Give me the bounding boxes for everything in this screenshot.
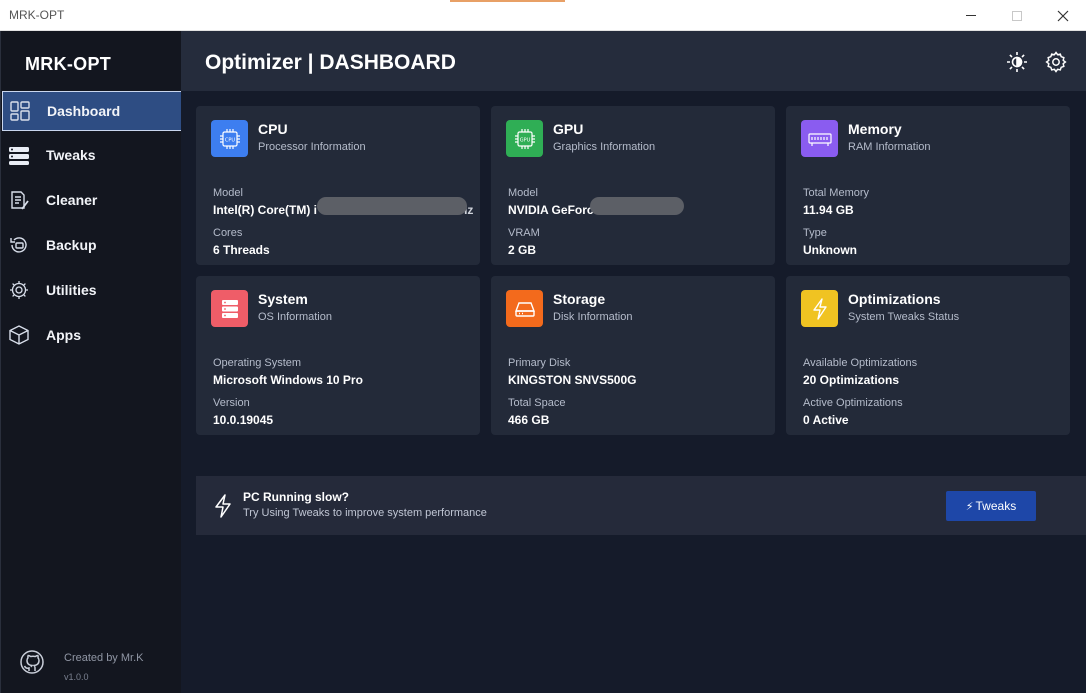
redaction-mark <box>317 197 467 215</box>
card-subtitle: Graphics Information <box>553 141 656 153</box>
field-value: KINGSTON SNVS500G <box>508 373 637 387</box>
minimize-button[interactable] <box>948 0 994 31</box>
memory-icon <box>801 120 838 157</box>
lightning-icon: ⚡ <box>965 500 974 513</box>
field-value: 11.94 GB <box>803 203 854 217</box>
field-value: 0 Active <box>803 413 849 427</box>
card-subtitle: System Tweaks Status <box>848 311 960 323</box>
server-icon <box>9 147 29 165</box>
sidebar-item-backup[interactable]: Backup <box>2 226 182 266</box>
svg-text:GPU: GPU <box>519 137 530 143</box>
card-title: Optimizations <box>848 291 941 307</box>
card-title: Memory <box>848 121 902 137</box>
credit-text: Created by Mr.K <box>64 652 144 664</box>
field-value: NVIDIA GeForce <box>508 203 601 217</box>
tweaks-button-label: Tweaks <box>975 499 1017 513</box>
field-value: 466 GB <box>508 413 550 427</box>
redaction-mark <box>590 197 684 215</box>
field-label: Model <box>213 187 243 199</box>
field-label: Available Optimizations <box>803 357 918 369</box>
field-value: 20 Optimizations <box>803 373 900 387</box>
lightning-icon <box>215 494 231 518</box>
svg-text:CPU: CPU <box>224 137 235 143</box>
cpu-card: CPU CPU Processor Information Model Inte… <box>196 106 480 265</box>
memory-card: Memory RAM Information Total Memory 11.9… <box>786 106 1070 265</box>
maximize-button[interactable] <box>994 0 1040 31</box>
card-subtitle: RAM Information <box>848 141 931 153</box>
sidebar-item-apps[interactable]: Apps <box>2 316 182 356</box>
window-titlebar: MRK-OPT <box>0 0 1086 31</box>
field-label: Primary Disk <box>508 357 571 369</box>
github-icon[interactable] <box>18 648 46 676</box>
window-title: MRK-OPT <box>9 8 65 22</box>
field-label: Total Space <box>508 397 566 409</box>
sidebar-item-label: Utilities <box>46 282 97 298</box>
field-label: Operating System <box>213 357 302 369</box>
close-button[interactable] <box>1040 0 1086 31</box>
sidebar-item-label: Tweaks <box>46 147 96 163</box>
page-title: Optimizer | DASHBOARD <box>205 51 456 74</box>
sidebar-item-label: Cleaner <box>46 192 98 208</box>
field-value: 6 Threads <box>213 243 270 257</box>
hard-drive-icon <box>506 290 543 327</box>
tweaks-button[interactable]: ⚡ Tweaks <box>946 491 1036 521</box>
system-card: System OS Information Operating System M… <box>196 276 480 435</box>
sidebar-item-cleaner[interactable]: Cleaner <box>2 181 182 221</box>
dashboard-icon <box>10 101 30 121</box>
field-label: VRAM <box>508 227 540 239</box>
cpu-icon: CPU <box>211 120 248 157</box>
close-icon <box>1057 10 1069 21</box>
sidebar-item-tweaks[interactable]: Tweaks <box>2 136 182 176</box>
card-subtitle: Processor Information <box>258 141 366 153</box>
storage-card: Storage Disk Information Primary Disk KI… <box>491 276 775 435</box>
theme-toggle-icon[interactable] <box>1005 50 1029 74</box>
field-label: Cores <box>213 227 243 239</box>
main-content: Optimizer | DASHBOARD CPU CPU Processor … <box>181 31 1086 693</box>
maximize-icon <box>1012 10 1022 21</box>
banner-title: PC Running slow? <box>243 490 349 504</box>
gear-icon <box>10 281 28 299</box>
brand-logo-text: MRK-OPT <box>25 54 112 74</box>
titlebar-accent <box>450 0 565 2</box>
sidebar-item-label: Apps <box>46 327 81 343</box>
page-header: Optimizer | DASHBOARD <box>181 31 1086 91</box>
optimizations-card: Optimizations System Tweaks Status Avail… <box>786 276 1070 435</box>
card-title: GPU <box>553 121 584 137</box>
sidebar-item-label: Dashboard <box>47 103 121 119</box>
card-subtitle: OS Information <box>258 311 332 323</box>
field-label: Type <box>803 227 827 239</box>
field-value: Microsoft Windows 10 Pro <box>213 373 363 387</box>
field-label: Total Memory <box>803 187 870 199</box>
gpu-card: GPU GPU Graphics Information Model NVIDI… <box>491 106 775 265</box>
sidebar-item-utilities[interactable]: Utilities <box>2 271 182 311</box>
field-value: 10.0.19045 <box>213 413 274 427</box>
server-icon <box>211 290 248 327</box>
cleaner-icon <box>11 191 29 210</box>
sidebar: MRK-OPT Dashboard Tweaks Cleaner Backup … <box>0 31 182 693</box>
card-title: System <box>258 291 308 307</box>
settings-icon[interactable] <box>1044 50 1068 74</box>
lightning-icon <box>801 290 838 327</box>
field-value: 2 GB <box>508 243 537 257</box>
field-label: Active Optimizations <box>803 397 903 409</box>
banner-subtitle: Try Using Tweaks to improve system perfo… <box>243 507 487 519</box>
sidebar-item-dashboard[interactable]: Dashboard <box>2 91 182 131</box>
field-value: Intel(R) Core(TM) i <box>213 203 317 217</box>
field-label: Version <box>213 397 250 409</box>
card-subtitle: Disk Information <box>553 311 633 323</box>
card-title: CPU <box>258 121 288 137</box>
field-value: Unknown <box>803 243 857 257</box>
version-text: v1.0.0 <box>64 672 89 682</box>
card-title: Storage <box>553 291 606 307</box>
gpu-icon: GPU <box>506 120 543 157</box>
performance-banner: PC Running slow? Try Using Tweaks to imp… <box>196 476 1086 535</box>
sidebar-item-label: Backup <box>46 237 97 253</box>
app-window: MRK-OPT Dashboard Tweaks Cleaner Backup … <box>0 31 1086 693</box>
minimize-icon <box>966 15 976 16</box>
backup-icon <box>10 237 27 253</box>
package-icon <box>9 325 29 345</box>
field-label: Model <box>508 187 538 199</box>
